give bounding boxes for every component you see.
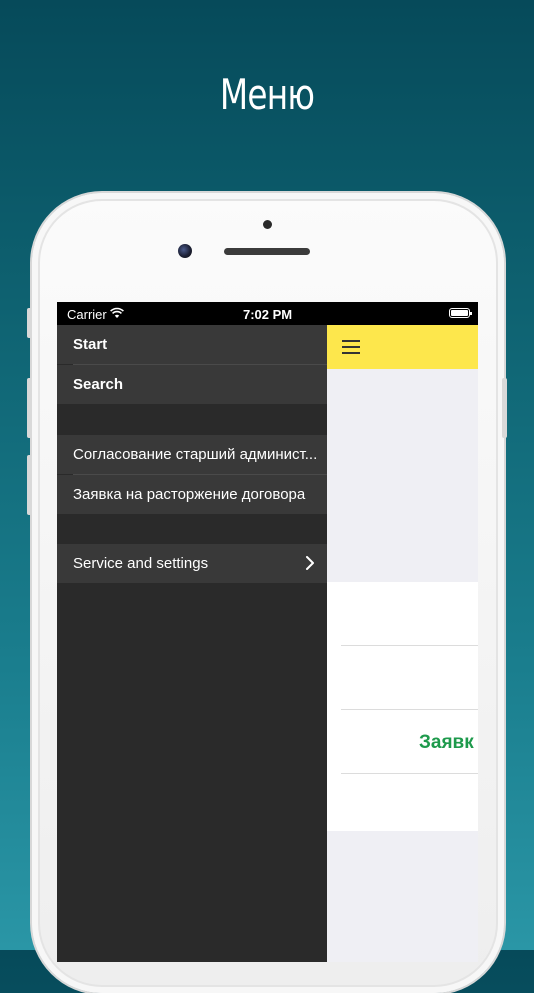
menu-item-start[interactable]: Start — [57, 325, 327, 364]
menu-item-termination-request[interactable]: Заявка на расторжение договора — [57, 475, 327, 514]
status-bar: Carrier 7:02 PM — [57, 302, 478, 325]
menu-item-label: Service and settings — [73, 555, 209, 572]
document-link[interactable]: Заявк — [419, 732, 474, 754]
volume-down-button — [27, 455, 32, 515]
chevron-right-icon — [306, 556, 314, 570]
menu-item-service-settings[interactable]: Service and settings — [57, 544, 327, 583]
battery-icon — [449, 308, 472, 318]
proximity-sensor — [263, 220, 272, 229]
wifi-icon — [110, 307, 124, 318]
power-button — [502, 378, 507, 438]
carrier-label: Carrier — [67, 307, 107, 322]
mute-switch — [27, 308, 32, 338]
promo-title: Меню — [219, 70, 315, 119]
front-camera — [178, 244, 192, 258]
side-menu-drawer: Start Search Согласование старший админи… — [57, 325, 327, 962]
earpiece-speaker — [224, 248, 310, 255]
menu-item-approval[interactable]: Согласование старший админист... — [57, 435, 327, 474]
list-divider — [341, 645, 478, 646]
menu-item-search[interactable]: Search — [57, 365, 327, 404]
list-divider — [341, 709, 478, 710]
list-divider — [341, 773, 478, 774]
status-time: 7:02 PM — [243, 307, 293, 322]
volume-up-button — [27, 378, 32, 438]
phone-screen: Carrier 7:02 PM Заявк Start Search Согла… — [57, 302, 478, 962]
top-navbar — [327, 325, 478, 369]
main-content: Заявк — [327, 325, 478, 962]
content-list: Заявк — [327, 582, 478, 831]
hamburger-icon[interactable] — [342, 340, 360, 354]
